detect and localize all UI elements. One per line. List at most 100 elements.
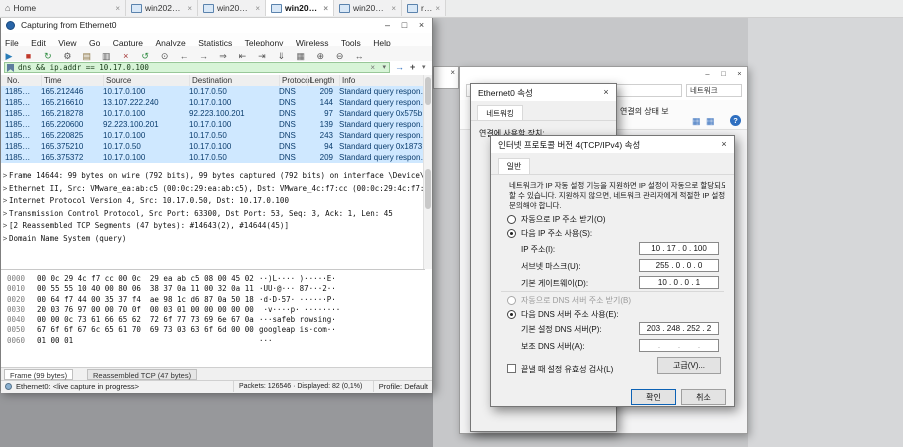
hex-offset: 0050 xyxy=(7,325,26,335)
search-input[interactable]: 네트워크 xyxy=(686,84,742,97)
hex-row[interactable]: 0000 00 0c 29 4c f7 cc 00 0c 29 ea ab c5 … xyxy=(1,274,425,284)
filter-bookmark-icon[interactable] xyxy=(7,64,14,72)
hex-ascii: ···safeb rowsing· xyxy=(259,315,336,325)
detail-tcp[interactable]: > Transmission Control Protocol, Src Port… xyxy=(1,208,425,221)
close-icon[interactable]: × xyxy=(391,4,396,13)
view-grid-icon[interactable]: ▦ xyxy=(692,116,701,127)
filter-recent-icon[interactable]: ▾ xyxy=(422,63,426,71)
tab-divider xyxy=(491,174,734,175)
help-icon[interactable]: ? xyxy=(730,115,741,126)
dialog-title-bar[interactable]: 인터넷 프로토콜 버전 4(TCP/IPv4) 속성 × xyxy=(491,136,734,153)
filter-apply-icon[interactable]: → xyxy=(395,62,404,72)
scrollbar-thumb[interactable] xyxy=(425,169,431,209)
filter-dropdown-icon[interactable]: ▾ xyxy=(382,63,386,73)
column-destination[interactable]: Destination xyxy=(189,75,277,86)
packet-details-pane: > Frame 14644: 99 bytes on wire (792 bits… xyxy=(1,167,425,269)
explorer-title-bar[interactable]: – □ × xyxy=(460,67,747,82)
display-filter-input[interactable]: dns && ip.addr == 10.17.0.100 × ▾ xyxy=(4,62,390,73)
detail-frame[interactable]: > Frame 14644: 99 bytes on wire (792 bits… xyxy=(1,170,425,183)
column-length[interactable]: Length xyxy=(307,75,334,86)
detail-reassembled[interactable]: > [2 Reassembled TCP Segments (47 bytes):… xyxy=(1,220,425,233)
hex-row[interactable]: 0060 01 00 01 ··· xyxy=(1,336,425,346)
close-icon[interactable]: × xyxy=(413,18,430,33)
detail-ethernet[interactable]: > Ethernet II, Src: VMware_ea:ab:c5 (00:0… xyxy=(1,183,425,196)
table-row[interactable]: 1185… 165.212446 10.17.0.100 10.17.0.50 … xyxy=(1,86,425,97)
ip-address-field[interactable]: 10 . 17 . 0 . 100 xyxy=(639,242,719,255)
tab-ro9-00[interactable]: ro9-00 × xyxy=(402,0,446,16)
hex-row[interactable]: 0030 20 03 76 97 00 00 70 0f 00 03 01 00 … xyxy=(1,305,425,315)
cell-protocol: DNS xyxy=(279,109,296,118)
scrollbar-thumb[interactable] xyxy=(425,77,431,105)
close-icon[interactable]: × xyxy=(435,4,440,13)
view-list-icon[interactable]: ▦ xyxy=(706,116,715,127)
auto-ip-radio[interactable] xyxy=(507,215,516,224)
expander-icon[interactable]: > xyxy=(1,170,9,183)
cell-time: 165.218278 xyxy=(41,109,84,118)
advanced-button[interactable]: 고급(V)... xyxy=(657,357,721,374)
table-row[interactable]: 1185… 165.220825 10.17.0.100 10.17.0.50 … xyxy=(1,130,425,141)
minimize-icon[interactable]: – xyxy=(379,18,396,33)
gateway-field[interactable]: 10 . 0 . 0 . 1 xyxy=(639,276,719,289)
expander-icon[interactable]: > xyxy=(1,233,9,246)
tab-home[interactable]: ⌂ Home × xyxy=(0,0,126,16)
subnet-mask-field[interactable]: 255 . 0 . 0 . 0 xyxy=(639,259,719,272)
tab-general[interactable]: 일반 xyxy=(498,158,530,174)
column-source[interactable]: Source xyxy=(103,75,187,86)
table-row[interactable]: 1185… 165.216610 13.107.222.240 10.17.0.… xyxy=(1,97,425,108)
tab-win2022-dns[interactable]: win2022-dns × xyxy=(266,0,334,16)
table-row[interactable]: 1185… 165.220600 92.223.100.201 10.17.0.… xyxy=(1,119,425,130)
tab-win2022-dns-ke[interactable]: win2022-dns-ke × xyxy=(198,0,266,16)
tab-win2022-cache[interactable]: win2022-cache × xyxy=(334,0,402,16)
alternate-dns-field[interactable]: . . . xyxy=(639,339,719,352)
alternate-dns-label: 보조 DNS 서버(A): xyxy=(521,342,585,351)
tab-reassembled-tcp[interactable]: Reassembled TCP (47 bytes) xyxy=(87,369,198,380)
table-row[interactable]: 1185… 165.375372 10.17.0.100 10.17.0.50 … xyxy=(1,152,425,163)
close-icon[interactable]: × xyxy=(187,4,192,13)
column-no[interactable]: No. xyxy=(5,75,39,86)
validate-checkbox[interactable] xyxy=(507,364,516,373)
tab-frame-bytes[interactable]: Frame (99 bytes) xyxy=(4,369,74,380)
dialog-title-bar[interactable]: Ethernet0 속성 × xyxy=(471,84,616,101)
detail-dns[interactable]: > Domain Name System (query) xyxy=(1,233,425,246)
expander-icon[interactable]: > xyxy=(1,220,9,233)
hex-row[interactable]: 0020 00 64 f7 44 00 35 37 f4 ae 98 1c d6 … xyxy=(1,295,425,305)
column-protocol[interactable]: Protocol xyxy=(279,75,311,86)
maximize-icon[interactable]: □ xyxy=(396,18,413,33)
manual-ip-radio[interactable] xyxy=(507,229,516,238)
tab-networking[interactable]: 네트워킹 xyxy=(477,105,523,121)
filter-clear-icon[interactable]: × xyxy=(370,63,375,73)
close-icon[interactable]: × xyxy=(115,4,120,13)
close-icon[interactable]: × xyxy=(716,138,732,151)
hex-ascii: ··· xyxy=(259,335,273,345)
auto-dns-radio[interactable] xyxy=(507,296,516,305)
column-time[interactable]: Time xyxy=(41,75,101,86)
expert-info-icon[interactable] xyxy=(5,383,12,390)
hex-row[interactable]: 0010 00 55 55 10 40 00 80 06 38 37 0a 11 … xyxy=(1,284,425,294)
expander-icon[interactable]: > xyxy=(1,183,9,196)
column-info[interactable]: Info xyxy=(339,75,423,86)
close-icon[interactable]: × xyxy=(323,4,328,13)
close-icon[interactable]: × xyxy=(255,4,260,13)
expander-icon[interactable]: > xyxy=(1,195,9,208)
tab-win2022-dns-root[interactable]: win2022-dns-root × xyxy=(126,0,198,16)
close-icon[interactable]: × xyxy=(450,68,455,77)
details-scrollbar[interactable] xyxy=(423,167,432,269)
ok-button[interactable]: 확인 xyxy=(631,389,676,405)
preferred-dns-field[interactable]: 203 . 248 . 252 . 2 xyxy=(639,322,719,335)
manual-dns-radio[interactable] xyxy=(507,310,516,319)
profile-text[interactable]: Profile: Default xyxy=(372,381,428,392)
close-icon[interactable]: × xyxy=(598,86,614,99)
expander-icon[interactable]: > xyxy=(1,208,9,221)
packet-list-scrollbar[interactable] xyxy=(423,75,432,167)
filter-add-icon[interactable]: + xyxy=(410,62,415,72)
table-row[interactable]: 1185… 165.218278 10.17.0.100 92.223.100.… xyxy=(1,108,425,119)
hex-row[interactable]: 0040 00 00 0c 73 61 66 65 62 72 6f 77 73 … xyxy=(1,315,425,325)
close-icon[interactable]: × xyxy=(732,67,747,81)
command-bar-text[interactable]: 연결의 상태 보 xyxy=(620,106,669,117)
cancel-button[interactable]: 취소 xyxy=(681,389,726,405)
hex-row[interactable]: 0050 67 6f 6f 67 6c 65 61 70 69 73 03 63 … xyxy=(1,325,425,335)
window-title-bar[interactable]: Capturing from Ethernet0 – □ × xyxy=(1,18,432,34)
minimize-icon[interactable]: – xyxy=(700,67,715,81)
detail-ip[interactable]: > Internet Protocol Version 4, Src: 10.17… xyxy=(1,195,425,208)
maximize-icon[interactable]: □ xyxy=(716,67,731,81)
